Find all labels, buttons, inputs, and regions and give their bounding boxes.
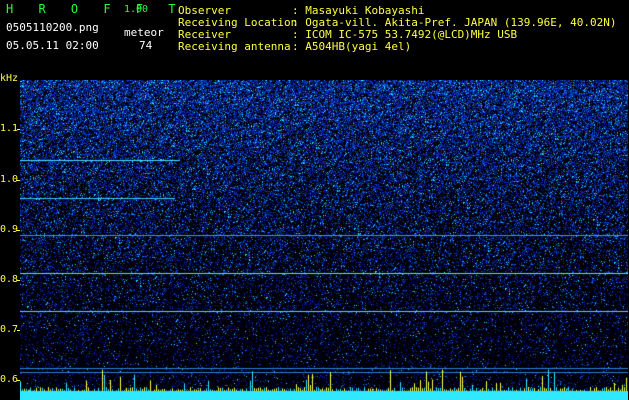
frequency-label: 0.7 [0, 324, 19, 335]
header-panel: H R O F F T 1.00 0505110200.png meteor 0… [0, 0, 629, 78]
spectrogram-canvas [20, 80, 628, 400]
file-name: 0505110200.png [6, 21, 99, 34]
antenna-value: : A504HB(yagi 4el) [292, 40, 412, 53]
frequency-label: 0.8 [0, 274, 19, 285]
frequency-unit: kHz [0, 73, 19, 84]
antenna-label: Receiving antenna [178, 40, 291, 53]
meteor-count: 74 [139, 39, 153, 52]
frequency-label: 1.1 [0, 123, 19, 134]
app-title: H R O F F T [6, 2, 185, 16]
frequency-axis: kHz 1.1 1.0 0.9 0.8 0.7 0.6 [0, 74, 20, 400]
app-version: 1.00 [124, 4, 149, 15]
frequency-label: 0.9 [0, 224, 19, 235]
counter-label: meteor [124, 26, 164, 39]
frequency-label: 0.6 [0, 374, 19, 385]
frequency-label: 1.0 [0, 174, 19, 185]
file-datetime: 05.05.11 02:00 [6, 39, 99, 52]
